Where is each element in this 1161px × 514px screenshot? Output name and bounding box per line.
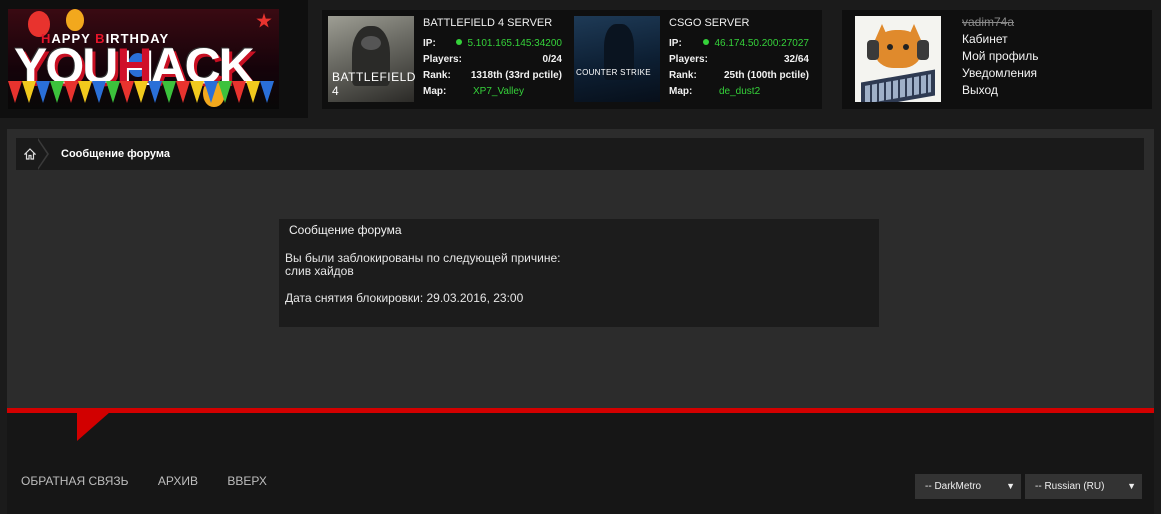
top-link[interactable]: Вверх xyxy=(227,474,266,488)
feedback-link[interactable]: Обратная связь xyxy=(21,474,129,488)
menu-item-notifications[interactable]: Уведомления xyxy=(962,65,1039,82)
archive-link[interactable]: Архив xyxy=(158,474,198,488)
ban-reason: слив хайдов xyxy=(285,264,354,278)
user-panel: vadim74a Кабинет Мой профиль Уведомления… xyxy=(842,10,1152,109)
server-ip[interactable]: 46.174.50.200:27027 xyxy=(703,38,809,49)
rank-label: Rank: xyxy=(669,70,697,81)
avatar[interactable] xyxy=(855,16,941,102)
breadcrumb: Сообщение форума xyxy=(16,138,1144,170)
site-logo[interactable]: HAPPY BIRTHDAY YOUHACK xyxy=(8,9,279,109)
server-rank-row: Rank: 25th (100th pctile) xyxy=(669,70,809,84)
style-select-value: -- DarkMetro xyxy=(925,481,982,492)
map-label: Map: xyxy=(423,86,447,97)
footer-links: Обратная связь Архив Вверх xyxy=(21,474,293,488)
username[interactable]: vadim74a xyxy=(962,14,1039,31)
message-title: Сообщение форума xyxy=(289,223,402,237)
bunting-decoration xyxy=(8,81,279,103)
server-rank: 25th (100th pctile) xyxy=(723,70,809,81)
bf4-server-image[interactable]: BATTLEFIELD 4 xyxy=(328,16,416,102)
rank-label: Rank: xyxy=(423,70,451,81)
user-menu: vadim74a Кабинет Мой профиль Уведомления… xyxy=(962,14,1039,99)
server-rank-row: Rank: 1318th (33rd pctile) xyxy=(423,70,562,84)
chevron-down-icon: ▼ xyxy=(1127,481,1136,491)
main-content: Сообщение форума Сообщение форума Вы был… xyxy=(7,129,1154,408)
forum-message-box: Сообщение форума Вы были заблокированы п… xyxy=(279,219,879,327)
language-select[interactable]: -- Russian (RU) ▼ xyxy=(1025,474,1142,499)
avatar-head xyxy=(875,30,921,68)
header-logo-area: HAPPY BIRTHDAY YOUHACK xyxy=(0,0,308,118)
server-rank: 1318th (33rd pctile) xyxy=(470,70,562,81)
star-icon xyxy=(256,13,272,28)
server-title: BATTLEFIELD 4 SERVER xyxy=(423,17,553,29)
keyboard-icon xyxy=(861,69,935,102)
footer: Обратная связь Архив Вверх -- DarkMetro … xyxy=(7,413,1154,514)
avatar-eye xyxy=(903,44,909,50)
server-players-row: Players: 0/24 xyxy=(423,54,562,68)
csgo-image-label: COUNTER STRIKE xyxy=(576,68,651,77)
game-servers-panel: BATTLEFIELD 4 BATTLEFIELD 4 SERVER IP: 5… xyxy=(322,10,822,109)
headphones-icon xyxy=(917,40,929,60)
avatar-eye xyxy=(887,44,893,50)
players-label: Players: xyxy=(423,54,462,65)
server-map: XP7_Valley xyxy=(473,86,524,97)
bf4-image-label: BATTLEFIELD 4 xyxy=(332,70,416,98)
footer-accent-triangle xyxy=(77,412,110,441)
server-card-csgo: COUNTER STRIKE CSGO SERVER IP: 46.174.50… xyxy=(568,10,822,109)
server-players-row: Players: 32/64 xyxy=(669,54,809,68)
server-map-row: Map: de_dust2 xyxy=(669,86,809,100)
online-status-icon xyxy=(456,39,463,45)
csgo-server-image[interactable]: COUNTER STRIKE xyxy=(574,16,660,102)
players-label: Players: xyxy=(669,54,708,65)
server-map-row: Map: XP7_Valley xyxy=(423,86,562,100)
menu-item-cabinet[interactable]: Кабинет xyxy=(962,31,1039,48)
breadcrumb-separator xyxy=(37,138,49,170)
ip-label: IP: xyxy=(423,38,436,49)
server-ip-row: IP: 46.174.50.200:27027 xyxy=(669,38,809,52)
server-players: 0/24 xyxy=(542,54,562,65)
server-ip[interactable]: 5.101.165.145:34200 xyxy=(456,38,562,49)
online-status-icon xyxy=(703,39,710,45)
menu-item-logout[interactable]: Выход xyxy=(962,82,1039,99)
server-card-bf4: BATTLEFIELD 4 BATTLEFIELD 4 SERVER IP: 5… xyxy=(322,10,572,109)
chevron-down-icon: ▼ xyxy=(1006,481,1015,491)
ip-label: IP: xyxy=(669,38,682,49)
balloon-decoration xyxy=(66,9,84,31)
server-ip-row: IP: 5.101.165.145:34200 xyxy=(423,38,562,52)
server-players: 32/64 xyxy=(783,54,809,65)
style-select[interactable]: -- DarkMetro ▼ xyxy=(915,474,1021,499)
menu-item-profile[interactable]: Мой профиль xyxy=(962,48,1039,65)
server-map: de_dust2 xyxy=(719,86,761,97)
breadcrumb-current: Сообщение форума xyxy=(61,148,171,160)
map-label: Map: xyxy=(669,86,693,97)
message-body: Вы были заблокированы по следующей причи… xyxy=(285,252,560,278)
server-title: CSGO SERVER xyxy=(669,17,750,29)
unban-date: Дата снятия блокировки: 29.03.2016, 23:0… xyxy=(285,291,524,305)
language-select-value: -- Russian (RU) xyxy=(1035,481,1105,492)
headphones-icon xyxy=(867,40,879,60)
